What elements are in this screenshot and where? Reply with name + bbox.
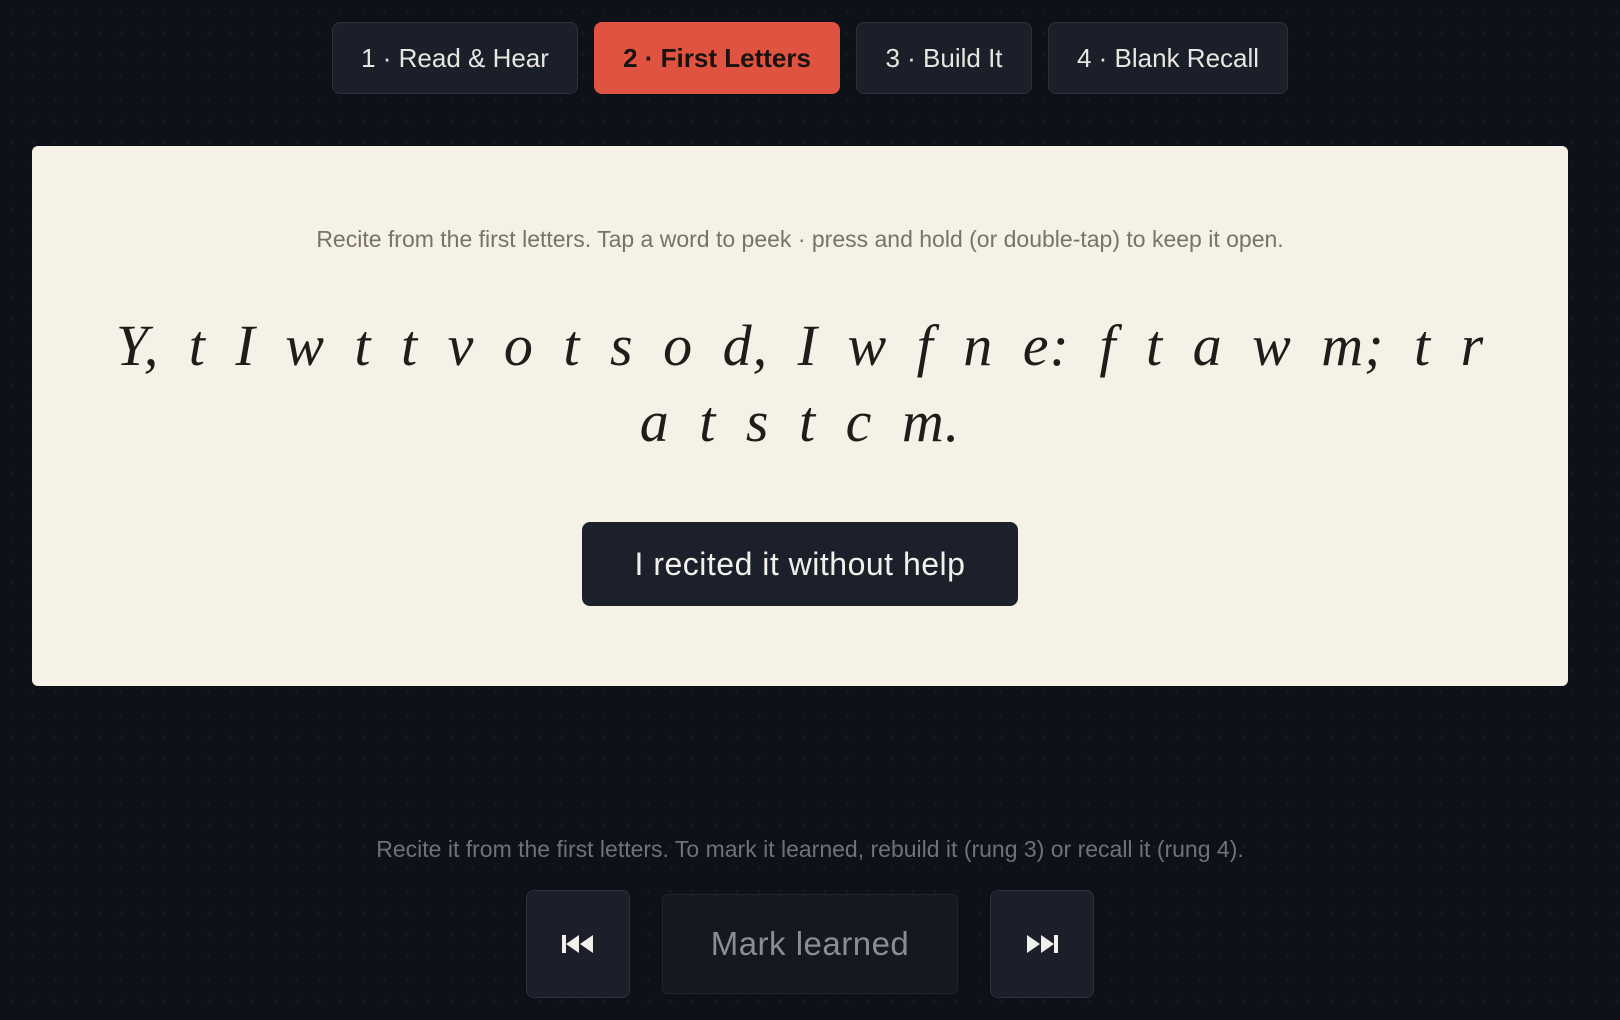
letter-word[interactable]: t (1146, 313, 1163, 378)
letter-word[interactable]: d, (723, 313, 769, 378)
letter-word[interactable]: e: (1023, 313, 1070, 378)
letter-word[interactable]: w (1252, 313, 1292, 378)
footer-controls: Mark learned (0, 890, 1620, 998)
letter-word[interactable]: w (285, 313, 325, 378)
letter-word[interactable]: t (354, 313, 371, 378)
letter-word[interactable]: s (610, 313, 634, 378)
letter-word[interactable]: c (846, 389, 873, 454)
letter-word[interactable]: f (917, 313, 934, 378)
rung-tabs: 1 · Read & Hear 2 · First Letters 3 · Bu… (0, 22, 1620, 94)
letter-word[interactable]: a (640, 389, 670, 454)
letter-word[interactable]: o (663, 313, 693, 378)
letter-word[interactable]: t (699, 389, 716, 454)
mark-learned-button[interactable]: Mark learned (662, 894, 958, 994)
tab-first-letters[interactable]: 2 · First Letters (594, 22, 840, 94)
letter-word[interactable]: m; (1321, 313, 1384, 378)
recited-without-help-button[interactable]: I recited it without help (582, 522, 1018, 606)
letter-word[interactable]: Y, (116, 313, 159, 378)
letter-word[interactable]: I (235, 313, 255, 378)
tab-read-hear[interactable]: 1 · Read & Hear (332, 22, 578, 94)
letter-word[interactable]: t (189, 313, 206, 378)
tab-blank-recall[interactable]: 4 · Blank Recall (1048, 22, 1288, 94)
letter-word[interactable]: n (963, 313, 993, 378)
card-instruction: Recite from the first letters. Tap a wor… (316, 226, 1284, 252)
letter-word[interactable]: t (1414, 313, 1431, 378)
letter-word[interactable]: t (799, 389, 816, 454)
skip-forward-icon (1025, 933, 1059, 955)
letter-word[interactable]: f (1099, 313, 1116, 378)
first-letters-text: Y, t I w t t v o t s o d, I w f n e: f t… (92, 308, 1508, 460)
next-button[interactable] (990, 890, 1094, 998)
letter-word[interactable]: r (1461, 313, 1485, 378)
letter-word[interactable]: t (563, 313, 580, 378)
letter-word[interactable]: w (847, 313, 887, 378)
footer-hint: Recite it from the first letters. To mar… (376, 836, 1244, 862)
letter-word[interactable]: v (448, 313, 475, 378)
letter-word[interactable]: m. (902, 389, 960, 454)
previous-button[interactable] (526, 890, 630, 998)
skip-back-icon (561, 933, 595, 955)
practice-card: Recite from the first letters. Tap a wor… (32, 146, 1568, 686)
letter-word[interactable]: a (1193, 313, 1223, 378)
letter-word[interactable]: o (504, 313, 534, 378)
letter-word[interactable]: s (746, 389, 770, 454)
letter-word[interactable]: t (401, 313, 418, 378)
letter-word[interactable]: I (798, 313, 818, 378)
tab-build-it[interactable]: 3 · Build It (856, 22, 1032, 94)
